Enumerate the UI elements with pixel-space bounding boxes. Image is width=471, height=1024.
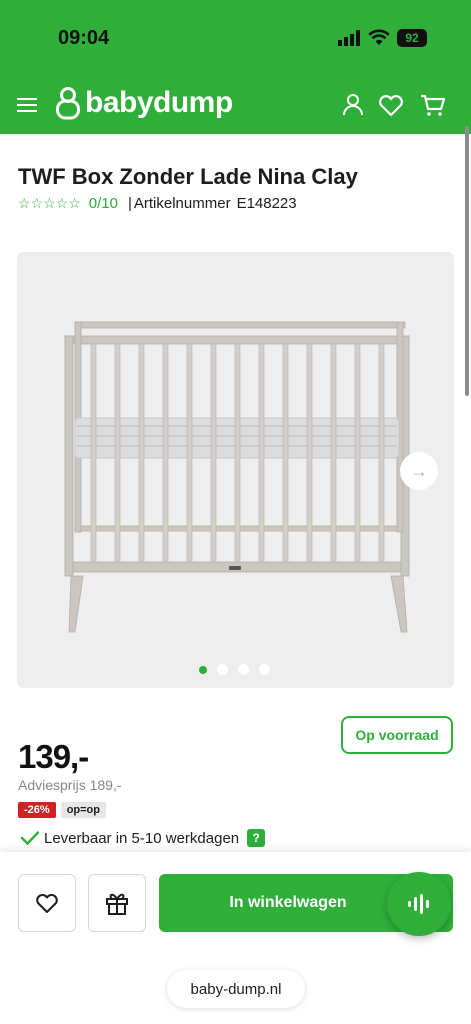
advised-price: Adviesprijs 189,- <box>18 777 122 793</box>
article-label: Artikelnummer <box>133 195 231 212</box>
status-bar: 09:04 92 <box>0 0 471 78</box>
rating-value[interactable]: 0/10 <box>89 195 118 212</box>
gallery-dot-3[interactable] <box>238 664 249 675</box>
separator: | <box>127 195 132 212</box>
user-icon[interactable] <box>338 90 368 120</box>
gallery-dot-1[interactable] <box>199 665 207 674</box>
article-number: E148223 <box>236 195 297 212</box>
battery-indicator: 92 <box>397 29 427 47</box>
gallery-dot-4[interactable] <box>259 664 270 675</box>
status-time: 09:04 <box>58 27 110 49</box>
rating-row: ☆☆☆☆☆ 0/10 | Artikelnummer E148223 <box>18 195 297 212</box>
page-scrollbar[interactable] <box>465 126 469 396</box>
wishlist-button[interactable] <box>18 874 76 932</box>
delivery-help-icon[interactable]: ? <box>247 829 266 847</box>
checkmark-icon <box>20 831 40 846</box>
brand-name: babydump <box>85 86 233 119</box>
op-op-badge: op=op <box>60 802 106 818</box>
product-title: TWF Box Zonder Lade Nina Clay <box>18 164 358 189</box>
gallery-pagination <box>199 664 270 675</box>
heart-icon[interactable] <box>376 90 406 120</box>
stock-status-badge: Op voorraad <box>341 716 453 754</box>
rating-stars-icon[interactable]: ☆☆☆☆☆ <box>18 195 81 212</box>
cellular-signal-icon <box>338 30 360 46</box>
gift-button[interactable] <box>88 874 146 932</box>
brand-logo[interactable]: babydump <box>55 86 233 120</box>
delivery-info: Leverbaar in 5-10 werkdagen ? <box>20 829 266 847</box>
gift-icon <box>106 893 128 915</box>
gallery-dot-2[interactable] <box>217 664 228 675</box>
audio-waveform-icon <box>408 894 429 914</box>
price-badges: -26% op=op <box>18 802 106 818</box>
baby-logo-icon <box>56 87 80 120</box>
wifi-icon <box>368 29 390 45</box>
discount-badge: -26% <box>18 802 56 818</box>
bottom-action-bar: In winkelwagen baby-dump.nl <box>0 852 471 1024</box>
cart-icon[interactable] <box>418 90 448 120</box>
voice-assistant-button[interactable] <box>387 872 451 936</box>
crib-product-image <box>64 321 410 633</box>
product-price: 139,- <box>18 738 89 775</box>
heart-icon <box>36 893 58 913</box>
browser-url-pill[interactable]: baby-dump.nl <box>167 970 305 1008</box>
delivery-text: Leverbaar in 5-10 werkdagen <box>44 829 240 847</box>
hamburger-menu-icon[interactable] <box>16 94 38 116</box>
site-header: babydump <box>0 78 471 134</box>
next-image-button[interactable]: → <box>400 452 438 490</box>
product-image-gallery[interactable]: → <box>17 252 454 688</box>
